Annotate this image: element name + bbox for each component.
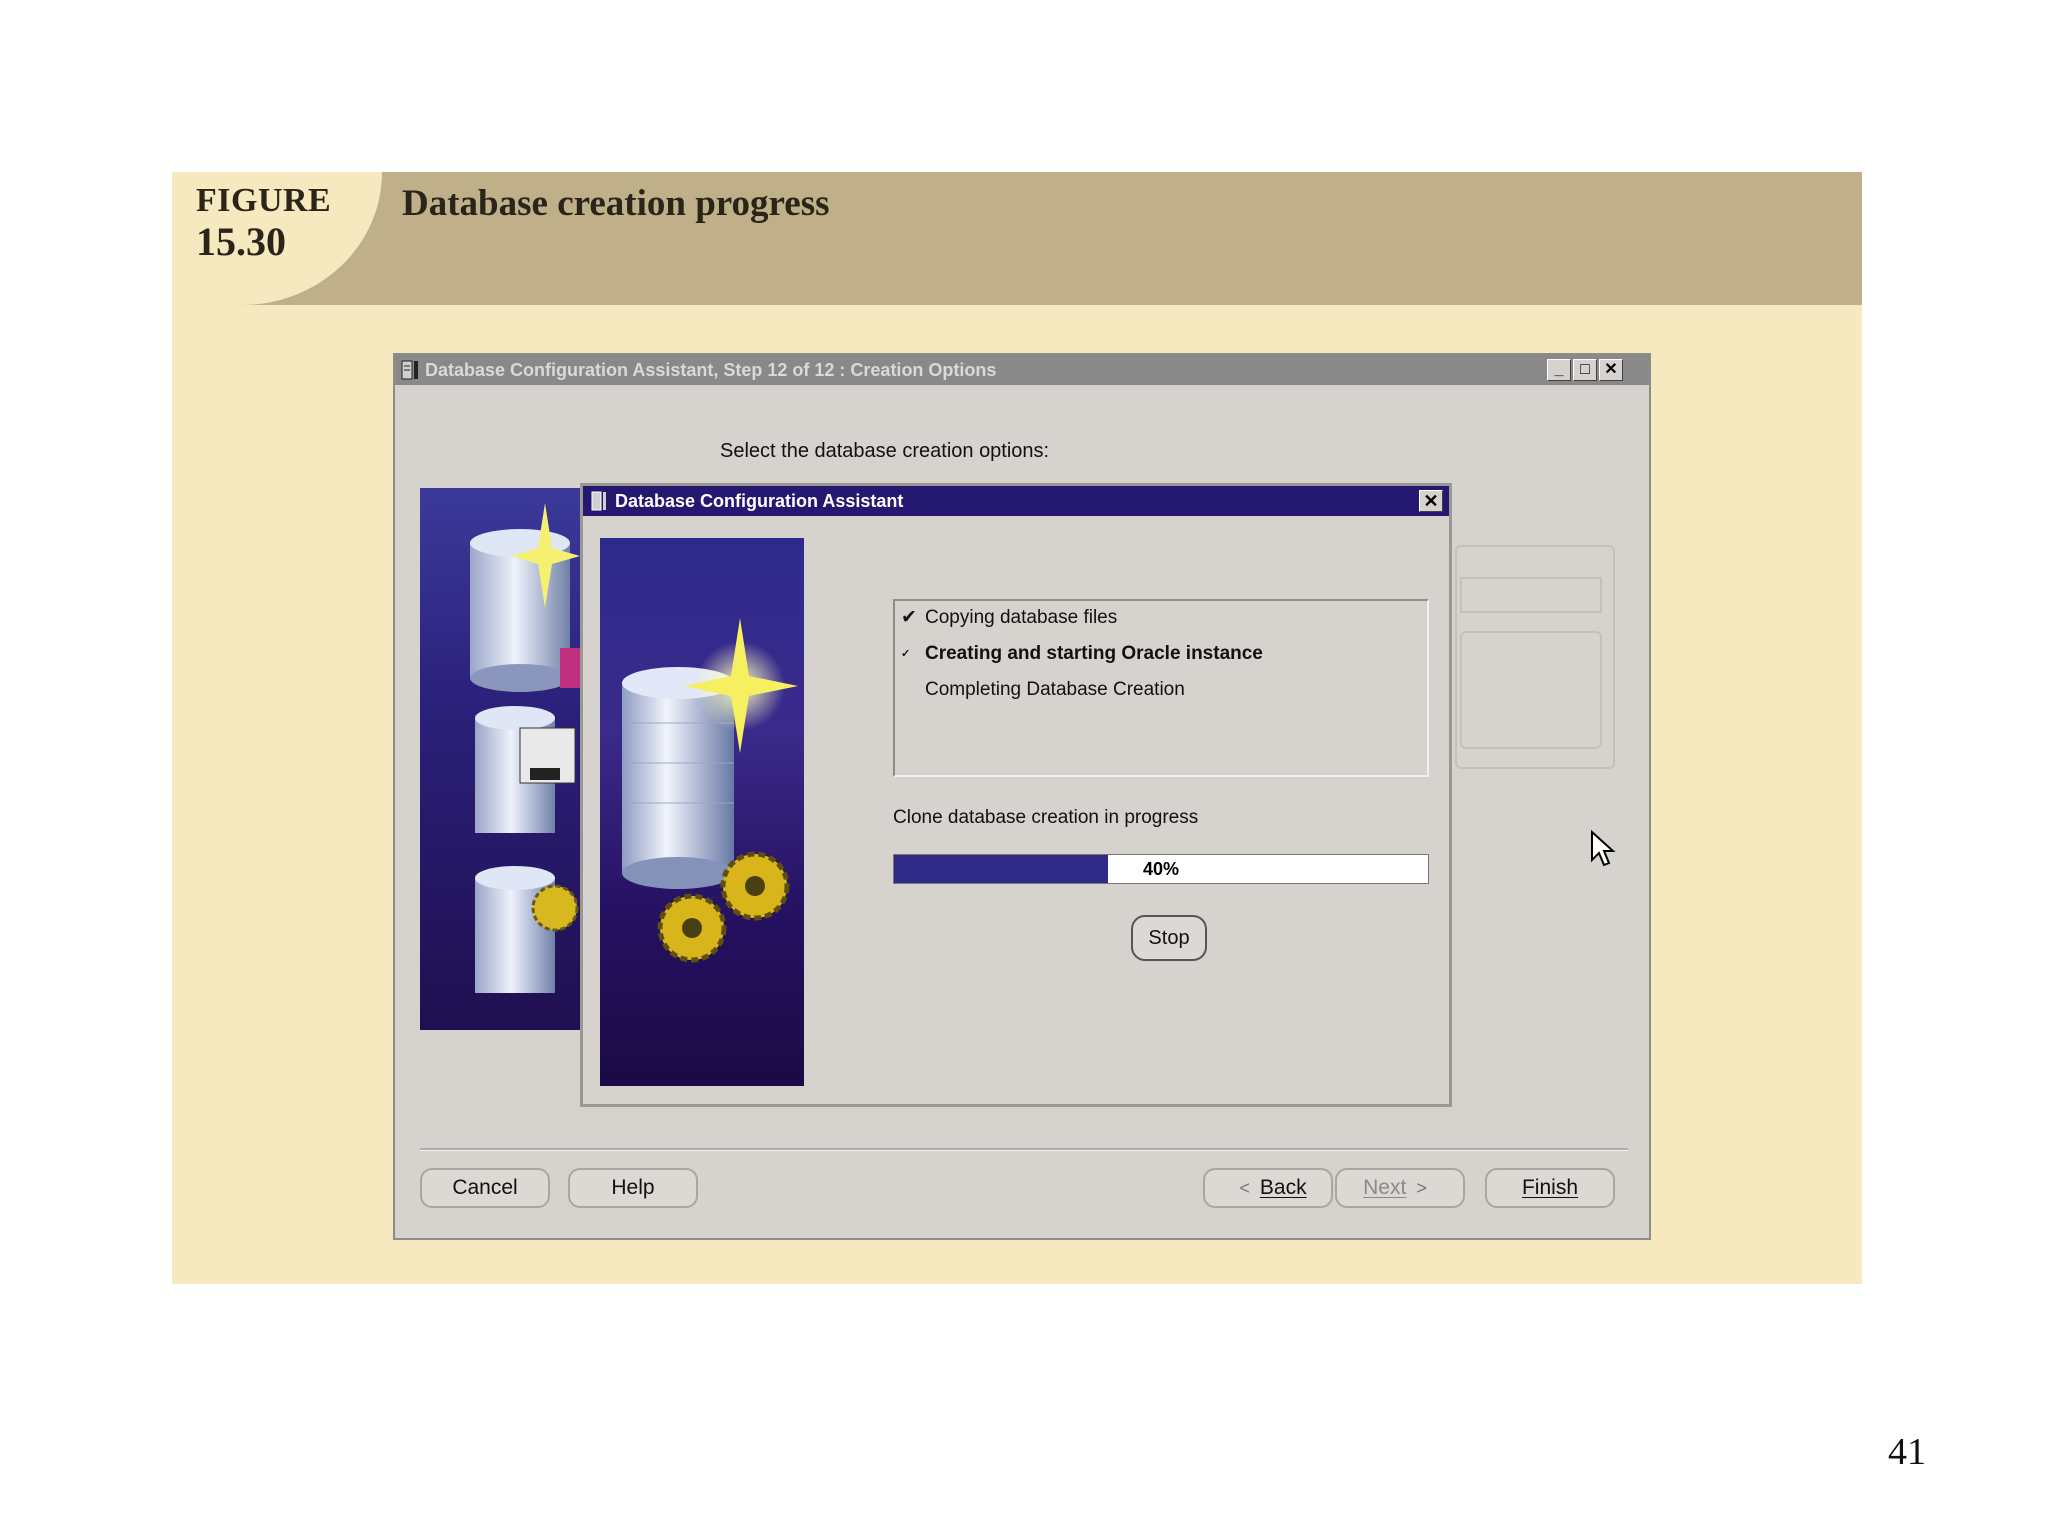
minimize-icon[interactable]: _ xyxy=(1547,359,1571,381)
close-icon[interactable]: ✕ xyxy=(1599,359,1623,381)
close-icon[interactable]: ✕ xyxy=(1419,490,1443,512)
creation-options-prompt: Select the database creation options: xyxy=(720,440,1050,462)
steps-list: ✔ Copying database files ✓ Creating and … xyxy=(893,599,1429,777)
step-label: Copying database files xyxy=(925,607,1118,628)
mouse-cursor-icon xyxy=(1591,830,1616,867)
step-copying-files: ✔ Copying database files xyxy=(901,607,1118,629)
finish-button[interactable]: Finish xyxy=(1485,1168,1615,1208)
figure-title: Database creation progress xyxy=(402,183,830,224)
wizard-illustration xyxy=(420,488,582,1030)
figure-label-word: FIGURE xyxy=(196,182,332,219)
step-label: Creating and starting Oracle instance xyxy=(925,643,1263,664)
window-app-icon xyxy=(591,491,606,511)
next-button[interactable]: Next > xyxy=(1335,1168,1465,1208)
database-star-gears-illustration xyxy=(622,618,798,963)
back-button-label: Back xyxy=(1259,1176,1307,1199)
next-arrow-icon: > xyxy=(1416,1177,1427,1198)
dialog-title: Database Configuration Assistant xyxy=(615,491,904,511)
progress-dialog: Database Configuration Assistant ✕ ✔ Cop… xyxy=(580,483,1452,1107)
stop-button[interactable]: Stop xyxy=(1131,915,1207,961)
options-area xyxy=(1460,631,1602,749)
step-label: Completing Database Creation xyxy=(925,679,1185,700)
options-field xyxy=(1460,577,1602,613)
main-window-title: Database Configuration Assistant, Step 1… xyxy=(425,360,997,380)
figure-header: FIGURE 15.30 Database creation progress xyxy=(172,172,1862,305)
help-button[interactable]: Help xyxy=(568,1168,698,1208)
check-icon: ✔ xyxy=(901,607,917,628)
step-creating-instance: ✓ Creating and starting Oracle instance xyxy=(901,643,1263,665)
cancel-button[interactable]: Cancel xyxy=(420,1168,550,1208)
database-cylinders-illustration xyxy=(470,503,582,993)
page-number: 41 xyxy=(1888,1431,1926,1473)
step-completing-creation: Completing Database Creation xyxy=(925,679,1185,701)
progress-label: Clone database creation in progress xyxy=(893,807,1199,828)
progress-percent: 40% xyxy=(1142,859,1180,879)
back-button[interactable]: < Back xyxy=(1203,1168,1333,1208)
figure-label: FIGURE 15.30 xyxy=(196,182,331,264)
next-button-label: Next xyxy=(1363,1176,1407,1199)
button-separator xyxy=(420,1148,1628,1151)
finish-button-label: Finish xyxy=(1521,1176,1579,1199)
figure-tab: FIGURE 15.30 xyxy=(172,172,382,305)
back-arrow-icon: < xyxy=(1239,1177,1250,1198)
dialog-titlebar[interactable]: Database Configuration Assistant ✕ xyxy=(583,486,1449,516)
dialog-illustration xyxy=(600,538,804,1086)
current-step-icon: ✓ xyxy=(901,648,911,660)
progress-bar: 40% xyxy=(893,854,1429,884)
maximize-icon[interactable]: □ xyxy=(1573,359,1597,381)
figure-number: 15.30 xyxy=(196,219,286,264)
window-app-icon xyxy=(401,360,418,380)
main-titlebar[interactable]: Database Configuration Assistant, Step 1… xyxy=(395,355,1649,385)
